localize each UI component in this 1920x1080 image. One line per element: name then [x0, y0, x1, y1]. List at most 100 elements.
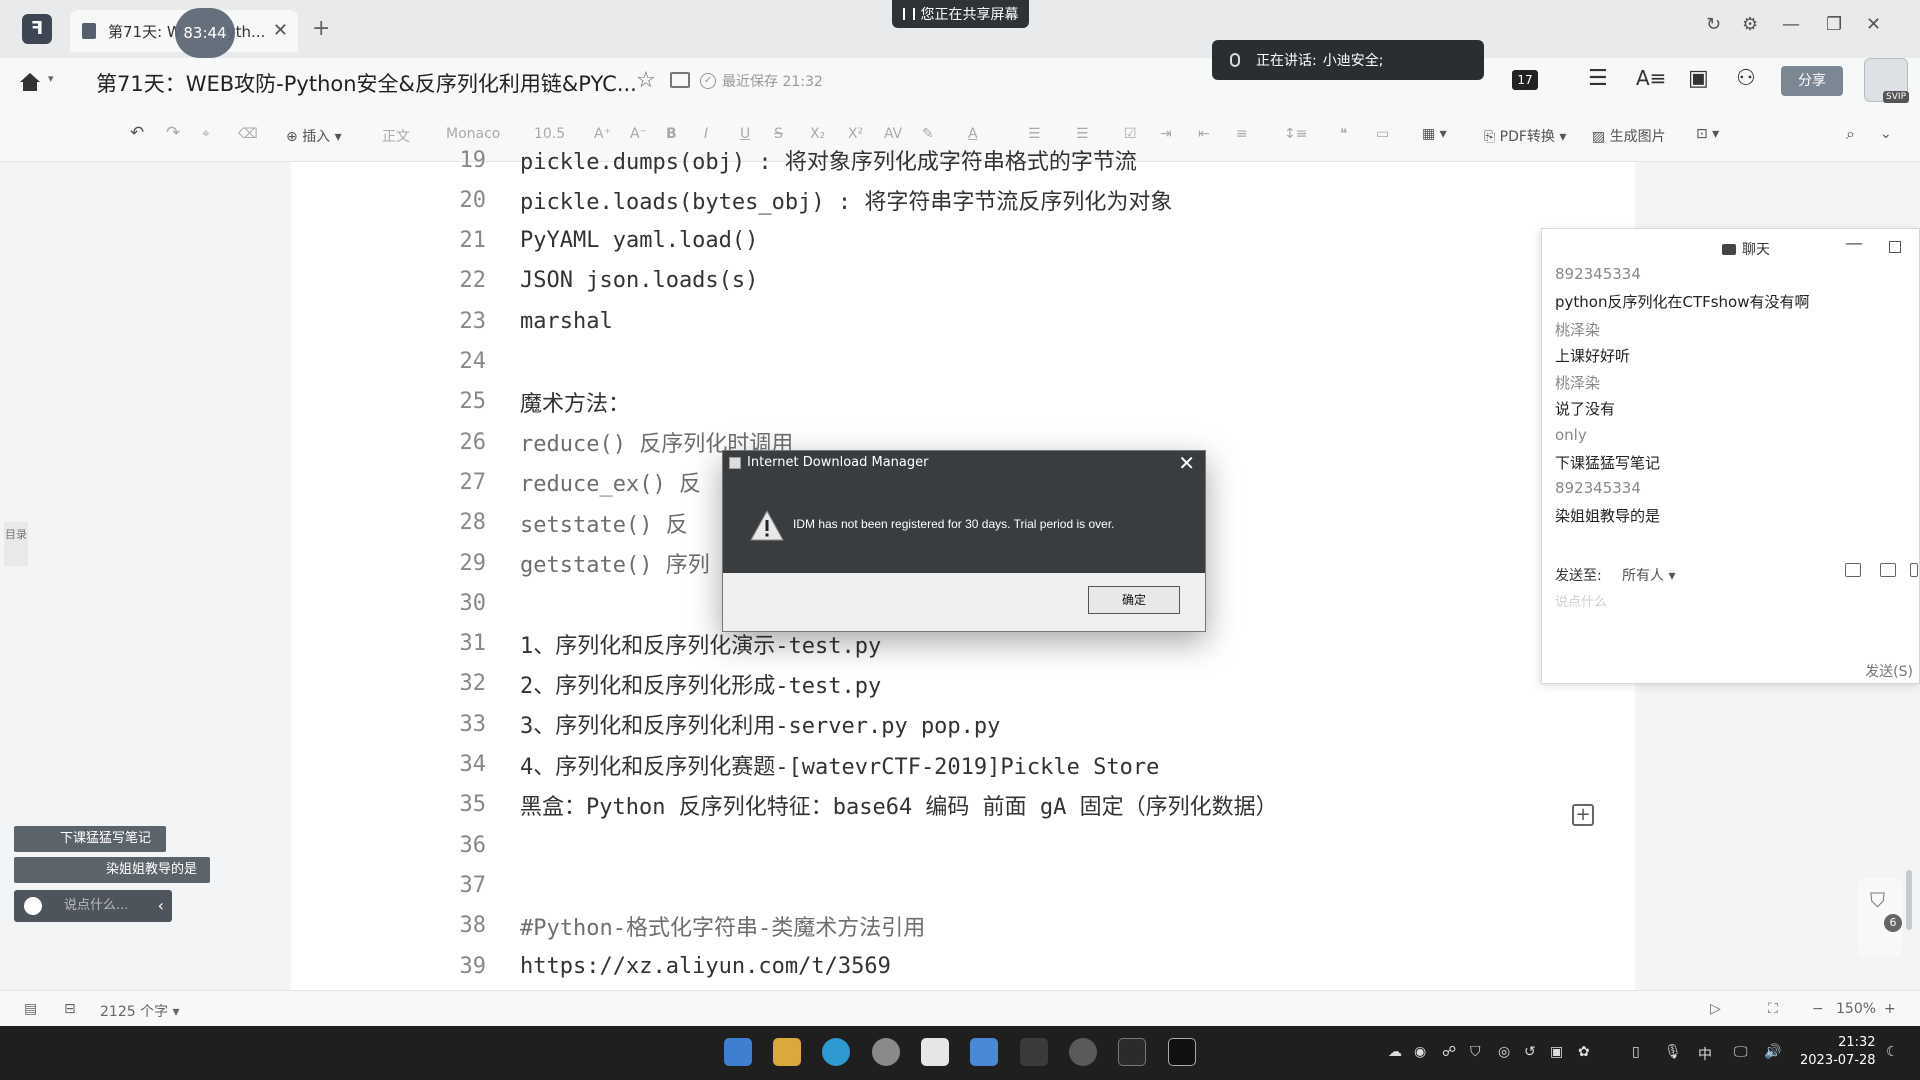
highlight-icon[interactable]: ✎: [922, 126, 934, 142]
participant-count-badge[interactable]: 17: [1512, 70, 1538, 90]
increase-font-icon[interactable]: A⁺: [594, 126, 611, 142]
avatar[interactable]: SVIP: [1864, 58, 1909, 103]
new-tab-icon[interactable]: +: [312, 16, 330, 41]
decrease-font-icon[interactable]: A⁻: [630, 126, 647, 142]
restore-icon[interactable]: ❐: [1826, 14, 1842, 35]
font-color-icon[interactable]: A: [968, 126, 978, 142]
redo-icon[interactable]: ↷: [166, 123, 180, 143]
tray-app-icon[interactable]: ✿: [1578, 1044, 1590, 1060]
floating-tools[interactable]: ⛉ 6: [1858, 878, 1902, 956]
chat-maximize-icon[interactable]: [1889, 241, 1901, 253]
table-icon[interactable]: ▦ ▾: [1422, 126, 1447, 142]
close-tab-icon[interactable]: ✕: [273, 20, 288, 41]
star-icon[interactable]: ☆: [636, 68, 656, 93]
paragraph-style-select[interactable]: 正文: [382, 126, 410, 146]
user-icon[interactable]: [1910, 563, 1918, 577]
add-comment-icon[interactable]: +: [1572, 804, 1594, 826]
terminal-app-icon[interactable]: [1020, 1038, 1048, 1066]
collapse-chevron-icon[interactable]: ‹: [158, 890, 164, 922]
align-icon[interactable]: ≡: [1236, 126, 1248, 142]
share-button[interactable]: 分享: [1781, 66, 1843, 96]
close-window-icon[interactable]: ✕: [1866, 14, 1881, 35]
danmaku-input[interactable]: 说点什么... ‹: [14, 890, 172, 922]
edge-icon[interactable]: [822, 1038, 850, 1066]
tray-app-icon[interactable]: ◎: [1498, 1044, 1510, 1060]
usb-icon[interactable]: ▯: [1632, 1044, 1640, 1060]
bullet-list-icon[interactable]: ☰: [1028, 126, 1041, 142]
word-count[interactable]: 2125 个字 ▾: [100, 1001, 180, 1021]
divider-icon[interactable]: ▭: [1376, 126, 1389, 142]
font-size-select[interactable]: 10.5: [534, 126, 565, 142]
chat-input[interactable]: 说点什么: [1555, 591, 1607, 610]
screen-share-banner[interactable]: 您正在共享屏幕: [892, 0, 1029, 28]
bold-icon[interactable]: B: [666, 126, 677, 142]
more-tools-icon[interactable]: ⊡ ▾: [1696, 126, 1719, 142]
font-family-select[interactable]: Monaco: [446, 126, 500, 142]
quote-icon[interactable]: ❝: [1340, 126, 1348, 142]
dialog-close-icon[interactable]: ✕: [1178, 451, 1195, 475]
send-to-select[interactable]: 所有人 ▾: [1622, 565, 1675, 585]
input-method[interactable]: 中: [1698, 1044, 1712, 1064]
home-icon[interactable]: [18, 70, 42, 94]
tray-app-icon[interactable]: ☍: [1442, 1044, 1456, 1060]
character-spacing-icon[interactable]: AV: [884, 126, 902, 142]
pdf-convert-button[interactable]: ⎘ PDF转换 ▾: [1484, 126, 1566, 146]
timer-badge[interactable]: 83:44: [175, 8, 235, 58]
tray-app-icon[interactable]: ☁: [1388, 1044, 1402, 1060]
skin-icon[interactable]: ⛉: [1870, 888, 1885, 912]
ok-button[interactable]: 确定: [1088, 586, 1180, 614]
generate-image-button[interactable]: ▨ 生成图片: [1592, 126, 1666, 146]
refresh-icon[interactable]: ↻: [1706, 14, 1721, 35]
pycharm-icon[interactable]: [1168, 1038, 1196, 1066]
clock[interactable]: 21:32 2023-07-28: [1800, 1034, 1876, 1070]
notes-app-icon[interactable]: [921, 1038, 949, 1066]
zoom-in-button[interactable]: +: [1884, 1001, 1896, 1017]
outline-view-icon[interactable]: ▤: [24, 1001, 37, 1017]
superscript-icon[interactable]: X²: [848, 126, 863, 142]
collapse-toolbar-icon[interactable]: ⌄: [1880, 126, 1892, 142]
outline-toggle[interactable]: 目录: [4, 522, 28, 566]
play-icon[interactable]: ▷: [1710, 1001, 1721, 1017]
line-spacing-icon[interactable]: ↕≡: [1284, 126, 1307, 142]
page-title[interactable]: 第71天：WEB攻防-Python安全&反序列化利用链&PYC...: [96, 68, 637, 98]
fullscreen-icon[interactable]: ⛶: [1768, 1001, 1778, 1017]
strikethrough-icon[interactable]: S: [774, 126, 783, 142]
subscript-icon[interactable]: X₂: [810, 126, 825, 142]
file-explorer-icon[interactable]: [773, 1038, 801, 1066]
notification-icon[interactable]: ☾: [1886, 1044, 1899, 1060]
undo-icon[interactable]: ↶: [130, 123, 144, 143]
microphone-icon[interactable]: 🎙: [1664, 1044, 1682, 1060]
eraser-icon[interactable]: ⌫: [238, 126, 258, 142]
search-icon[interactable]: ⌕: [1846, 124, 1855, 144]
scrollbar[interactable]: [1906, 870, 1912, 930]
zoom-level[interactable]: 150%: [1836, 1001, 1876, 1017]
underline-icon[interactable]: U: [740, 126, 750, 142]
numbered-list-icon[interactable]: ☰: [1076, 126, 1089, 142]
network-icon[interactable]: 🖵: [1734, 1044, 1748, 1060]
home-dropdown-icon[interactable]: ▾: [48, 72, 54, 85]
italic-icon[interactable]: I: [704, 126, 708, 142]
page-view-icon[interactable]: ⊟: [64, 1001, 76, 1017]
app-logo-icon[interactable]: ꟻ: [22, 14, 52, 44]
format-painter-icon[interactable]: ⌖: [202, 126, 210, 142]
checklist-icon[interactable]: ☑: [1124, 126, 1137, 142]
present-icon[interactable]: ▣: [1688, 66, 1709, 91]
chat-minimize-icon[interactable]: —: [1845, 233, 1863, 254]
folder-icon[interactable]: [670, 72, 690, 88]
start-icon[interactable]: [724, 1038, 752, 1066]
outdent-icon[interactable]: ⇤: [1198, 126, 1210, 142]
screenshot-icon[interactable]: [1880, 563, 1896, 577]
insert-button[interactable]: ⊕ 插入 ▾: [286, 126, 342, 146]
menu-icon[interactable]: ☰: [1588, 66, 1608, 91]
tray-app-icon[interactable]: ↺: [1524, 1044, 1536, 1060]
folder-icon[interactable]: [1845, 563, 1861, 577]
volume-icon[interactable]: 🔊: [1764, 1044, 1781, 1060]
chrome-icon[interactable]: [872, 1038, 900, 1066]
command-prompt-icon[interactable]: [1118, 1038, 1146, 1066]
shield-icon[interactable]: ⛉: [1470, 1044, 1481, 1060]
photos-icon[interactable]: [970, 1038, 998, 1066]
zoom-out-button[interactable]: −: [1812, 1001, 1824, 1017]
tray-app-icon[interactable]: ▣: [1550, 1044, 1563, 1060]
speaking-indicator[interactable]: 正在讲话: 小迪安全;: [1212, 40, 1484, 80]
settings-icon[interactable]: ⚙: [1742, 14, 1758, 35]
